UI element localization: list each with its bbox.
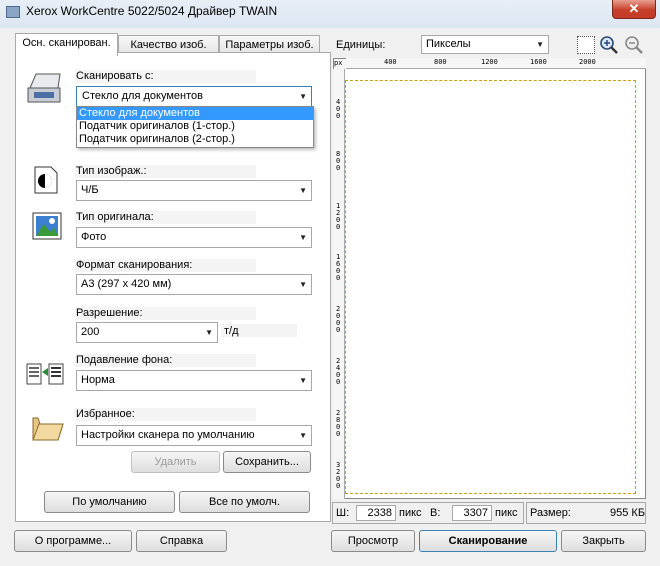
folder-icon	[32, 417, 64, 441]
chevron-down-icon: ▼	[299, 431, 307, 440]
zoom-in-icon[interactable]	[599, 35, 619, 55]
resolution-select[interactable]: 200 ▼	[76, 322, 218, 343]
original-type-label: Тип оригинала:	[76, 211, 154, 223]
chevron-down-icon: ▼	[205, 328, 213, 337]
ruler-tick: 2000	[579, 58, 596, 66]
ruler-tick: 1600	[530, 58, 547, 66]
chevron-down-icon: ▼	[299, 92, 307, 101]
image-type-select[interactable]: Ч/Б ▼	[76, 180, 312, 201]
horizontal-ruler: 400 800 1200 1600 2000	[346, 58, 646, 69]
ruler-tick: 400	[336, 98, 341, 120]
zoom-out-icon[interactable]	[624, 35, 644, 55]
ruler-tick: 1200	[336, 202, 341, 231]
favorites-label: Избранное:	[76, 408, 135, 420]
height-unit: пикс	[495, 507, 518, 519]
dropdown-option-feeder-2sided[interactable]: Податчик оригиналов (2-стор.)	[77, 133, 313, 146]
scan-size-select[interactable]: A3 (297 x 420 мм) ▼	[76, 274, 312, 295]
resolution-value: 200	[81, 326, 100, 338]
close-button[interactable]: Закрыть	[561, 530, 646, 552]
ruler-tick: 400	[384, 58, 397, 66]
background-suppression-label: Подавление фона:	[76, 354, 173, 366]
dropdown-option-glass[interactable]: Стекло для документов	[77, 107, 313, 120]
close-window-button[interactable]: ✕	[612, 0, 656, 19]
title-bar: Xerox WorkCentre 5022/5024 Драйвер TWAIN…	[0, 0, 660, 28]
scan-size-value: A3 (297 x 420 мм)	[81, 278, 172, 290]
chevron-down-icon: ▼	[299, 376, 307, 385]
original-type-select[interactable]: Фото ▼	[76, 227, 312, 248]
scan-from-dropdown: Стекло для документов Податчик оригинало…	[76, 106, 314, 148]
height-label: В:	[430, 507, 441, 519]
delete-favorite-button[interactable]: Удалить	[131, 451, 220, 473]
all-default-button[interactable]: Все по умолч.	[179, 491, 310, 513]
default-button[interactable]: По умолчанию	[44, 491, 175, 513]
units-select[interactable]: Пикселы ▼	[421, 35, 549, 54]
scan-from-label: Сканировать с:	[76, 70, 154, 82]
favorites-select[interactable]: Настройки сканера по умолчанию ▼	[76, 425, 312, 446]
photo-icon	[32, 212, 62, 240]
chevron-down-icon: ▼	[299, 280, 307, 289]
about-button[interactable]: О программе...	[14, 530, 132, 552]
save-favorite-button[interactable]: Сохранить...	[223, 451, 311, 473]
favorites-value: Настройки сканера по умолчанию	[81, 429, 255, 441]
ruler-tick: 1200	[481, 58, 498, 66]
original-type-value: Фото	[81, 231, 107, 243]
scan-size-label: Формат сканирования:	[76, 259, 193, 271]
width-field[interactable]: 2338	[356, 505, 396, 521]
image-type-icon	[34, 166, 58, 194]
size-label: Размер:	[530, 507, 571, 519]
image-type-value: Ч/Б	[81, 184, 99, 196]
ruler-unit: px	[334, 59, 346, 69]
width-unit: пикс	[399, 507, 422, 519]
scan-from-select[interactable]: Стекло для документов ▼	[76, 86, 312, 107]
size-value: 955 КБ	[610, 507, 646, 519]
scan-from-value: Стекло для документов	[82, 90, 203, 102]
select-area-icon[interactable]	[577, 36, 595, 54]
app-icon	[6, 6, 20, 18]
window-title: Xerox WorkCentre 5022/5024 Драйвер TWAIN	[26, 4, 278, 18]
ruler-tick: 2400	[336, 357, 341, 386]
scanner-glass-icon	[27, 73, 61, 103]
ruler-tick: 2000	[336, 305, 341, 334]
chevron-down-icon: ▼	[536, 40, 544, 49]
height-field[interactable]: 3307	[452, 505, 492, 521]
image-type-label: Тип изображ.:	[76, 165, 147, 177]
resolution-label: Разрешение:	[76, 307, 143, 319]
resolution-unit: т/д	[224, 325, 239, 337]
width-label: Ш:	[336, 507, 350, 519]
scan-area[interactable]	[345, 80, 636, 494]
vertical-ruler: 400 800 1200 1600 2000 2400 2800 3200	[333, 69, 345, 499]
dropdown-option-feeder-1sided[interactable]: Податчик оригиналов (1-стор.)	[77, 120, 313, 133]
ruler-tick: 2800	[336, 409, 341, 438]
ruler-tick: 800	[336, 150, 341, 172]
background-suppression-value: Норма	[81, 374, 115, 386]
ruler-tick: 3200	[336, 461, 341, 490]
background-suppression-icon	[26, 363, 64, 385]
units-label: Единицы:	[336, 39, 386, 51]
scan-button[interactable]: Сканирование	[419, 530, 557, 552]
units-value: Пикселы	[426, 38, 471, 50]
tab-basic-scan[interactable]: Осн. сканирован.	[15, 33, 118, 56]
ruler-tick: 800	[434, 58, 447, 66]
help-button[interactable]: Справка	[136, 530, 227, 552]
chevron-down-icon: ▼	[299, 233, 307, 242]
background-suppression-select[interactable]: Норма ▼	[76, 370, 312, 391]
ruler-tick: 1600	[336, 253, 341, 282]
chevron-down-icon: ▼	[299, 186, 307, 195]
preview-button[interactable]: Просмотр	[331, 530, 415, 552]
